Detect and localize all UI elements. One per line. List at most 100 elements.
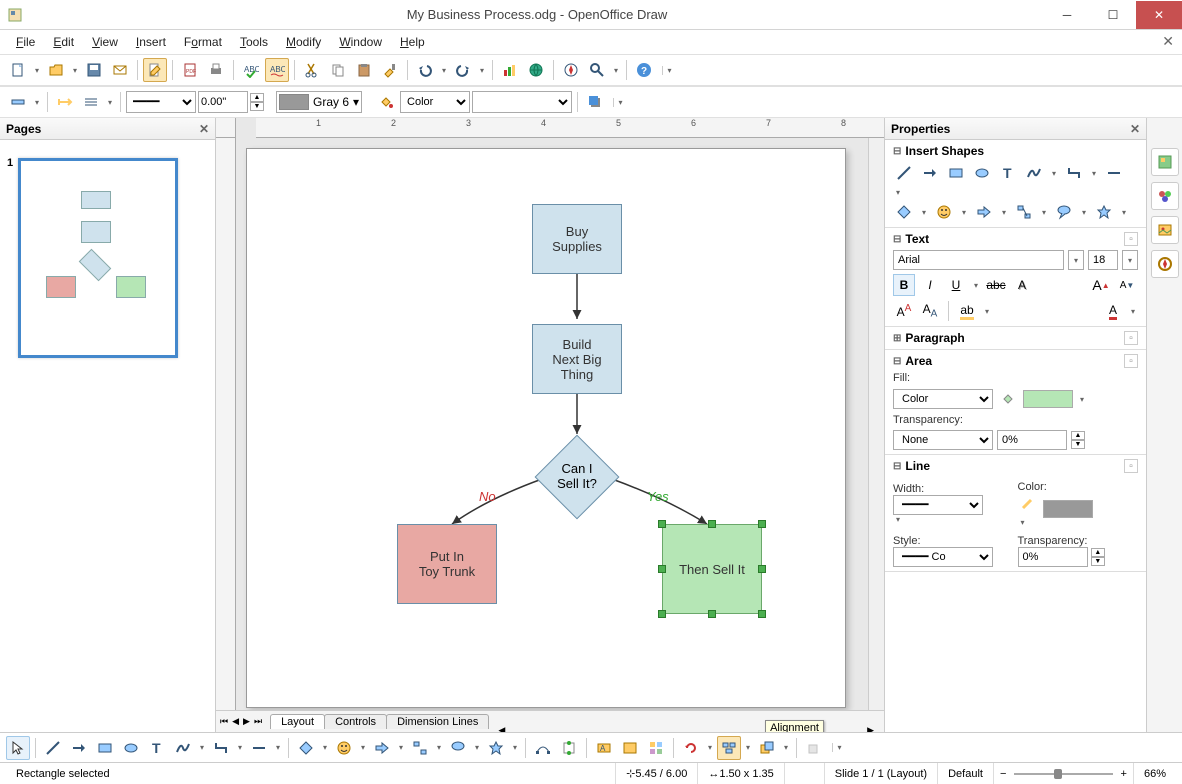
pdf-button[interactable]: PDF	[178, 58, 202, 82]
mail-button[interactable]	[108, 58, 132, 82]
width-up[interactable]: ▲	[250, 93, 264, 102]
document-close-button[interactable]: ✕	[1162, 33, 1174, 50]
fill-bucket-button[interactable]	[374, 90, 398, 114]
line-width-select[interactable]: ━━━━	[893, 495, 983, 515]
subscript-button[interactable]: AA	[919, 300, 941, 322]
open-dropdown[interactable]: ▾	[70, 66, 80, 75]
undo-button[interactable]	[413, 58, 437, 82]
curve-tool[interactable]	[171, 736, 195, 760]
toolbar-overflow[interactable]: ▾	[662, 66, 676, 75]
line-style-button[interactable]	[79, 90, 103, 114]
tab-nav-last[interactable]: ⏭	[254, 716, 262, 727]
line-width-input[interactable]	[198, 91, 248, 113]
menu-insert[interactable]: Insert	[128, 33, 174, 51]
zoom-button[interactable]	[585, 58, 609, 82]
font-color-button[interactable]: A	[1102, 300, 1124, 322]
menu-edit[interactable]: Edit	[45, 33, 82, 51]
arrow-ends-button[interactable]	[53, 90, 77, 114]
from-file-tool[interactable]	[618, 736, 642, 760]
resize-handle-e[interactable]	[758, 565, 766, 573]
cut-button[interactable]	[300, 58, 324, 82]
basic-shapes-tool[interactable]	[294, 736, 318, 760]
extrusion-tool[interactable]	[802, 736, 826, 760]
rail-styles-icon[interactable]	[1151, 182, 1179, 210]
line-color-swatch[interactable]	[1043, 500, 1093, 518]
menu-file[interactable]: File	[8, 33, 43, 51]
paste-button[interactable]	[352, 58, 376, 82]
font-size-input[interactable]	[1088, 250, 1118, 270]
bottom-overflow[interactable]: ▾	[832, 743, 846, 752]
fill-color-icon[interactable]	[997, 388, 1019, 410]
redo-dropdown[interactable]: ▾	[477, 66, 487, 75]
shape-text-icon[interactable]: T	[997, 162, 1019, 184]
line-style-select[interactable]: ━━━━	[126, 91, 196, 113]
menu-view[interactable]: View	[84, 33, 126, 51]
symbol-shapes-tool[interactable]	[332, 736, 356, 760]
minimize-button[interactable]: ─	[1044, 1, 1090, 29]
transparency-value-input[interactable]	[997, 430, 1067, 450]
save-button[interactable]	[82, 58, 106, 82]
fontwork-tool[interactable]: A	[592, 736, 616, 760]
new-dropdown[interactable]: ▾	[32, 66, 42, 75]
resize-handle-s[interactable]	[708, 610, 716, 618]
node-buy-supplies[interactable]: Buy Supplies	[532, 204, 622, 274]
status-zoom[interactable]: 66%	[1134, 763, 1176, 784]
arrow-tool[interactable]	[67, 736, 91, 760]
tab-layout[interactable]: Layout	[270, 714, 325, 729]
resize-handle-n[interactable]	[708, 520, 716, 528]
menu-window[interactable]: Window	[331, 33, 390, 51]
zoom-slider[interactable]: − +	[994, 763, 1134, 784]
text-tool[interactable]: T	[145, 736, 169, 760]
properties-close[interactable]: ✕	[1130, 122, 1140, 136]
ellipse-tool[interactable]	[119, 736, 143, 760]
shape-flowchart-icon[interactable]	[1013, 201, 1035, 223]
callout-tool[interactable]	[446, 736, 470, 760]
tab-dimension[interactable]: Dimension Lines	[386, 714, 489, 729]
canvas-viewport[interactable]: Buy Supplies Build Next Big Thing Can I …	[236, 138, 884, 710]
line-transparency-input[interactable]	[1018, 547, 1088, 567]
connector-tool[interactable]	[209, 736, 233, 760]
tab-nav-prev[interactable]: ◀	[232, 716, 239, 727]
undo-dropdown[interactable]: ▾	[439, 66, 449, 75]
tab-nav-next[interactable]: ▶	[243, 716, 250, 727]
page-thumbnail-1[interactable]: 1	[18, 158, 178, 358]
chart-button[interactable]	[498, 58, 522, 82]
star-tool[interactable]	[484, 736, 508, 760]
menu-modify[interactable]: Modify	[278, 33, 329, 51]
alignment-tool[interactable]	[717, 736, 741, 760]
help-button[interactable]: ?	[632, 58, 656, 82]
shape-ellipse-icon[interactable]	[971, 162, 993, 184]
spellcheck-button[interactable]: ABC	[239, 58, 263, 82]
zoom-dropdown[interactable]: ▾	[611, 66, 621, 75]
superscript-button[interactable]: AA	[893, 300, 915, 322]
shape-symbol-icon[interactable]	[933, 201, 955, 223]
rail-properties-icon[interactable]	[1151, 148, 1179, 176]
drawing-page[interactable]: Buy Supplies Build Next Big Thing Can I …	[246, 148, 846, 708]
tab-controls[interactable]: Controls	[324, 714, 387, 729]
menu-help[interactable]: Help	[392, 33, 433, 51]
shape-arrow-icon[interactable]	[919, 162, 941, 184]
shape-connector-icon[interactable]	[1063, 162, 1085, 184]
line-color-icon[interactable]	[1018, 493, 1040, 515]
lines-tool[interactable]	[247, 736, 271, 760]
transparency-mode-select[interactable]: None	[893, 430, 993, 450]
copy-button[interactable]	[326, 58, 350, 82]
text-more-button[interactable]: ▫	[1124, 232, 1138, 246]
print-button[interactable]	[204, 58, 228, 82]
highlight-button[interactable]: ab	[956, 300, 978, 322]
shape-more-arrow-icon[interactable]	[1103, 162, 1125, 184]
hscroll-right[interactable]: ▶	[867, 725, 874, 733]
auto-spellcheck-button[interactable]: ABC	[265, 58, 289, 82]
paragraph-more-button[interactable]: ▫	[1124, 331, 1138, 345]
new-button[interactable]	[6, 58, 30, 82]
shape-line-icon[interactable]	[893, 162, 915, 184]
rotate-tool[interactable]	[679, 736, 703, 760]
fill-color-swatch[interactable]	[1023, 390, 1073, 408]
font-size-dropdown[interactable]: ▾	[1122, 250, 1138, 270]
fill-mode-select[interactable]: Color	[893, 389, 993, 409]
hscroll-left[interactable]: ◀	[498, 725, 505, 733]
node-put-in-trunk[interactable]: Put In Toy Trunk	[397, 524, 497, 604]
maximize-button[interactable]: ☐	[1090, 1, 1136, 29]
open-button[interactable]	[44, 58, 68, 82]
navigator-button[interactable]	[559, 58, 583, 82]
